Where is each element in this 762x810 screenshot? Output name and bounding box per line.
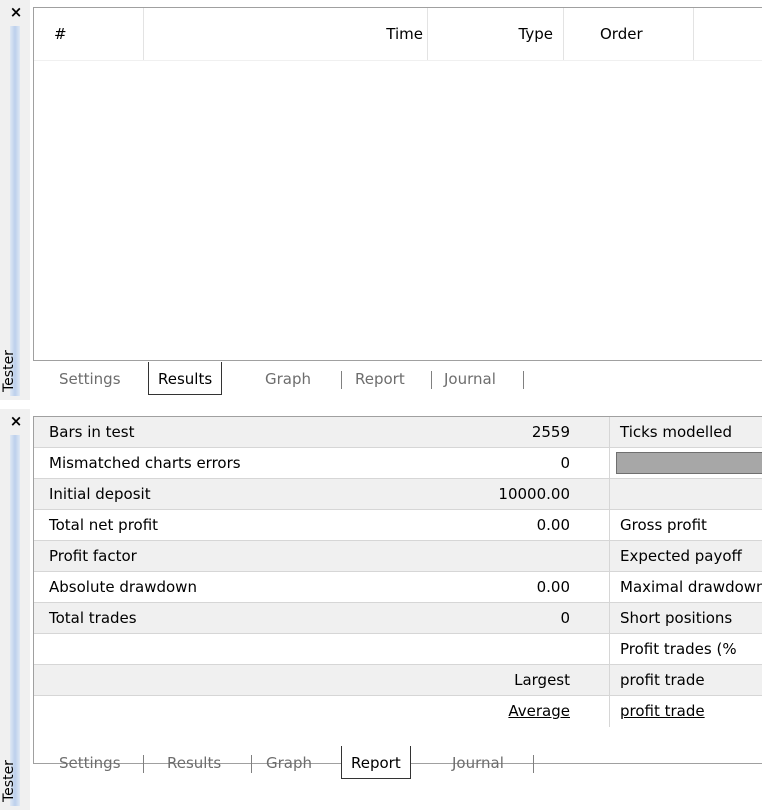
tab-separator (523, 371, 524, 389)
column-divider (609, 479, 610, 509)
report-row: Mismatched charts errors 0 (34, 448, 762, 479)
row-value: 0.00 (536, 516, 570, 534)
column-header-type[interactable]: Type (428, 8, 564, 60)
tab-bar: Settings Results Graph Report Journal (33, 746, 762, 782)
column-divider (609, 603, 610, 633)
row-label-2: profit trade (620, 702, 705, 720)
tab-separator (533, 755, 534, 773)
column-divider (609, 417, 610, 447)
report-row: Bars in test 2559 Ticks modelled (34, 417, 762, 448)
row-value: 0.00 (536, 578, 570, 596)
report-row: Profit factor Expected payoff (34, 541, 762, 572)
row-label-2: Ticks modelled (620, 423, 733, 441)
tab-graph[interactable]: Graph (266, 746, 312, 780)
tab-separator (251, 755, 252, 773)
report-row: Profit trades (% (34, 634, 762, 665)
row-label: Initial deposit (49, 485, 151, 503)
row-label-2: Maximal drawdown (620, 578, 762, 596)
column-header-time[interactable]: Time (144, 8, 428, 60)
report-row: Absolute drawdown 0.00 Maximal drawdown (34, 572, 762, 603)
column-header-order[interactable]: Order (564, 8, 694, 60)
column-divider (609, 541, 610, 571)
tab-settings[interactable]: Settings (59, 746, 121, 780)
tester-results-panel: × Tester # Time Type Order Settings Resu… (0, 0, 762, 400)
report-row: Total trades 0 Short positions (34, 603, 762, 634)
row-value: 0 (560, 454, 570, 472)
column-divider (609, 696, 610, 727)
tab-report[interactable]: Report (341, 746, 411, 779)
results-table: # Time Type Order (33, 7, 762, 361)
close-icon[interactable]: × (9, 413, 23, 429)
row-label-2: Short positions (620, 609, 733, 627)
row-label: Mismatched charts errors (49, 454, 241, 472)
column-divider (609, 510, 610, 540)
tester-sidebar: × Tester (0, 0, 30, 400)
column-divider (609, 572, 610, 602)
row-label: Profit factor (49, 547, 137, 565)
column-divider (609, 448, 610, 478)
tab-separator (341, 371, 342, 389)
table-header: # Time Type Order (34, 8, 762, 61)
row-label-2: Gross profit (620, 516, 707, 534)
tester-label: Tester (1, 350, 17, 392)
tab-journal[interactable]: Journal (452, 746, 504, 780)
tab-results[interactable]: Results (148, 362, 223, 395)
row-value: 2559 (531, 423, 570, 441)
tab-graph[interactable]: Graph (265, 362, 311, 396)
column-divider (609, 634, 610, 664)
tab-separator (431, 371, 432, 389)
row-label: Bars in test (49, 423, 135, 441)
row-label: Absolute drawdown (49, 578, 197, 596)
close-icon[interactable]: × (9, 4, 23, 20)
row-label: Total trades (49, 609, 137, 627)
row-label: Total net profit (49, 516, 159, 534)
tester-report-panel: × Tester Bars in test 2559 Ticks modelle… (0, 409, 762, 810)
row-value: 10000.00 (498, 485, 570, 503)
tab-separator (143, 755, 144, 773)
report-table: Bars in test 2559 Ticks modelled Mismatc… (33, 416, 762, 764)
tab-results[interactable]: Results (167, 746, 221, 780)
report-row: Average profit trade (34, 696, 762, 727)
row-value: Largest (514, 671, 570, 689)
report-row: Total net profit 0.00 Gross profit (34, 510, 762, 541)
row-value: 0 (560, 609, 570, 627)
row-value: Average (508, 702, 570, 720)
modelling-quality-bar (616, 452, 762, 474)
column-divider (609, 665, 610, 695)
row-label-2: Profit trades (% (620, 640, 737, 658)
tab-settings[interactable]: Settings (59, 362, 121, 396)
report-row: Largest profit trade (34, 665, 762, 696)
column-header-number[interactable]: # (34, 8, 144, 60)
tab-bar: Settings Results Graph Report Journal (33, 362, 762, 398)
tab-report[interactable]: Report (355, 362, 405, 396)
tester-sidebar: × Tester (0, 409, 30, 810)
tab-journal[interactable]: Journal (444, 362, 496, 396)
row-label-2: Expected payoff (620, 547, 742, 565)
row-label-2: profit trade (620, 671, 705, 689)
report-row: Initial deposit 10000.00 (34, 479, 762, 510)
tester-label: Tester (1, 760, 17, 802)
